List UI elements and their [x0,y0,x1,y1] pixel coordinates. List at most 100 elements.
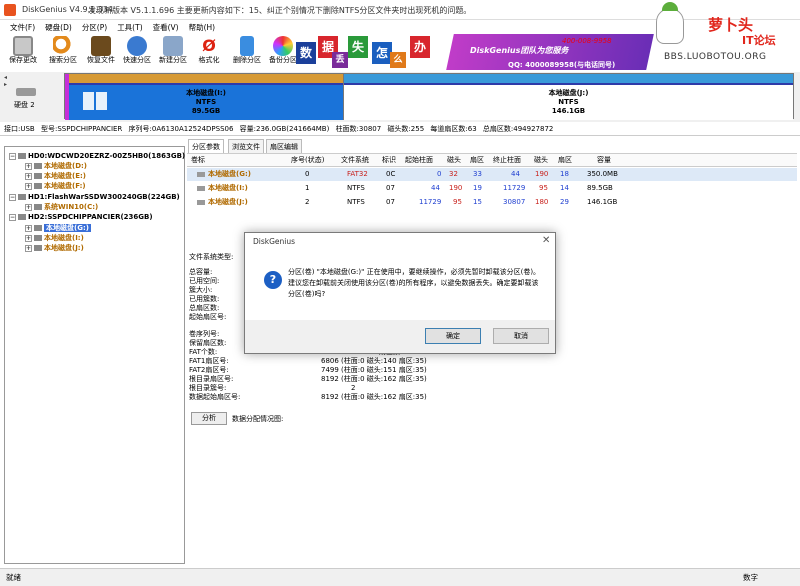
partition-icon [34,245,42,251]
partition-segment-j[interactable]: 本地磁盘(J:) NTFS 146.1GB [343,74,793,120]
table-header: 卷标 序号(状态) 文件系统 标识 起始柱面 磁头 扇区 终止柱面 磁头 扇区 … [187,154,797,167]
fs-used-label: 已用空间: [189,277,220,285]
menu-file[interactable]: 文件(F) [10,20,35,35]
tree-disk[interactable]: − HD1:FlashWarSSDW300240GB(224GB) [9,192,180,202]
tab-sector-edit[interactable]: 扇区编辑 [266,139,302,153]
col-index: 序号(状态) [291,156,325,164]
fs-fat2-value: 7499 (柱面:0 磁头:151 扇区:35) [321,366,427,374]
col-id: 标识 [382,156,396,164]
analyze-button[interactable]: 分析 [191,412,227,425]
disk-serial: 序列号:0A6130A12524DPSS06 [128,125,234,133]
banner-tile: 么 [390,52,406,68]
fs-type-label: 文件系统类型: [189,253,234,261]
tab-partition-params[interactable]: 分区参数 [188,139,224,153]
col-capacity: 容量 [597,156,611,164]
dialog-footer: 确定 取消 [245,320,555,353]
expand-icon[interactable]: + [25,183,32,190]
fs-volume-serial-label: 卷序列号: [189,330,220,338]
fs-fat-count-label: FAT个数: [189,348,218,356]
save-icon [13,36,33,56]
partition-icon [34,163,42,169]
table-row[interactable]: 本地磁盘(G:) 0 FAT32 0C 0 32 33 44 190 18 35… [187,168,797,181]
hard-disk-icon [16,88,36,96]
tree-partition[interactable]: + 本地磁盘(E:) [25,171,86,181]
delete-partition-button[interactable]: 删除分区 [230,35,264,69]
tree-partition[interactable]: + 本地磁盘(I:) [25,233,84,243]
radish-mascot-icon [656,8,684,44]
table-row[interactable]: 本地磁盘(J:) 2 NTFS 07 11729 95 15 30807 180… [187,196,797,209]
update-notice: 发现新版本 V5.1.1.696 主要更新内容如下：15、纠正个别情况下删除NT… [88,6,472,15]
dialog-title: DiskGenius [253,237,296,246]
col-start-cyl: 起始柱面 [405,156,433,164]
disk-capacity: 容量:236.0GB(241664MB) [239,125,330,133]
tree-partition-selected[interactable]: + 本地磁盘(G:) [25,223,91,233]
disk-tree: − HD0:WDCWD20EZRZ-00Z5HB0(1863GB) + 本地磁盘(D… [4,146,185,564]
tree-partition[interactable]: + 本地磁盘(D:) [25,161,87,171]
expand-icon[interactable]: + [25,225,32,232]
collapse-icon[interactable]: − [9,194,16,201]
partition-segment-i[interactable]: 本地磁盘(I:) NTFS 89.5GB [69,74,343,120]
brand-forum: IT论坛 [742,34,776,47]
ad-qq: QQ: 4000089958(与电话同号) [508,61,616,69]
expand-icon[interactable]: + [25,163,32,170]
menu-disk[interactable]: 硬盘(D) [45,20,72,35]
new-partition-button[interactable]: 新建分区 [156,35,190,69]
fs-root-cluster-value: 2 [351,384,356,392]
fs-root-cluster-label: 根目录簇号: [189,384,227,392]
tree-partition[interactable]: + 本地磁盘(J:) [25,243,84,253]
radish-leaf-icon [662,2,678,11]
ad-phone: 400-008-9958 [562,37,612,45]
fs-root-sector-label: 根目录扇区号: [189,375,234,383]
search-partition-button[interactable]: 搜索分区 [46,35,80,69]
disk-nav-arrows[interactable]: ◂ ▸ [4,74,10,88]
table-row[interactable]: 本地磁盘(I:) 1 NTFS 07 44 190 19 11729 95 14… [187,182,797,195]
format-button[interactable]: Ø 格式化 [192,35,226,69]
tree-disk[interactable]: − HD2:SSPDCHIPPANCIER(236GB) [9,212,153,222]
recover-files-button[interactable]: 恢复文件 [84,35,118,69]
collapse-icon[interactable]: − [9,153,16,160]
expand-icon[interactable]: + [25,173,32,180]
tree-partition[interactable]: + 本地磁盘(F:) [25,181,86,191]
partition-size: 89.5GB [191,107,221,115]
save-changes-button[interactable]: 保存更改 [6,35,40,69]
fs-total-label: 总容量: [189,268,213,276]
expand-icon[interactable]: + [25,245,32,252]
hard-disk-icon [18,214,26,220]
menu-help[interactable]: 帮助(H) [189,20,216,35]
ok-button[interactable]: 确定 [425,328,481,344]
col-label: 卷标 [191,156,205,164]
expand-icon[interactable]: + [25,204,32,211]
banner-tile: 办 [410,36,430,58]
disk-sectors-per-track: 每道扇区数:63 [430,125,477,133]
fs-data-start-label: 数据起始扇区号: [189,393,241,401]
disk-model: 型号:SSPDCHIPPANCIER [40,125,123,133]
close-icon[interactable]: ✕ [542,235,550,246]
menu-partition[interactable]: 分区(P) [82,20,107,35]
app-logo-icon [4,4,16,16]
tree-partition[interactable]: + 系统WIN10(C:) [25,202,98,212]
menu-tools[interactable]: 工具(T) [117,20,142,35]
partition-icon [34,183,42,189]
col-start-head: 磁头 [447,156,461,164]
tab-browse-files[interactable]: 浏览文件 [228,139,264,153]
cancel-button[interactable]: 取消 [493,328,549,344]
format-icon: Ø [199,36,219,56]
collapse-icon[interactable]: − [9,214,16,221]
disk-total-sectors: 总扇区数:494927872 [482,125,554,133]
backup-partition-button[interactable]: 备份分区 [266,35,300,69]
fs-start-sector-label: 起始扇区号: [189,313,227,321]
status-text: 就绪 [6,573,21,582]
banner-tile: 数 [296,42,316,64]
expand-icon[interactable]: + [25,235,32,242]
quick-partition-button[interactable]: 快速分区 [120,35,154,69]
menu-view[interactable]: 查看(V) [153,20,179,35]
partition-icon [197,171,205,177]
fs-data-start-value: 8192 (柱面:0 磁头:162 扇区:35) [321,393,427,401]
fs-root-sector-value: 8192 (柱面:0 磁头:162 扇区:35) [321,375,427,383]
disk-partition-icon [127,36,147,56]
allocation-map-label: 数据分配情况图: [232,415,284,423]
col-fs: 文件系统 [341,156,369,164]
tree-disk[interactable]: − HD0:WDCWD20EZRZ-00Z5HB0(1863GB) [9,151,185,161]
col-end-cyl: 终止柱面 [493,156,521,164]
partition-icon [34,173,42,179]
